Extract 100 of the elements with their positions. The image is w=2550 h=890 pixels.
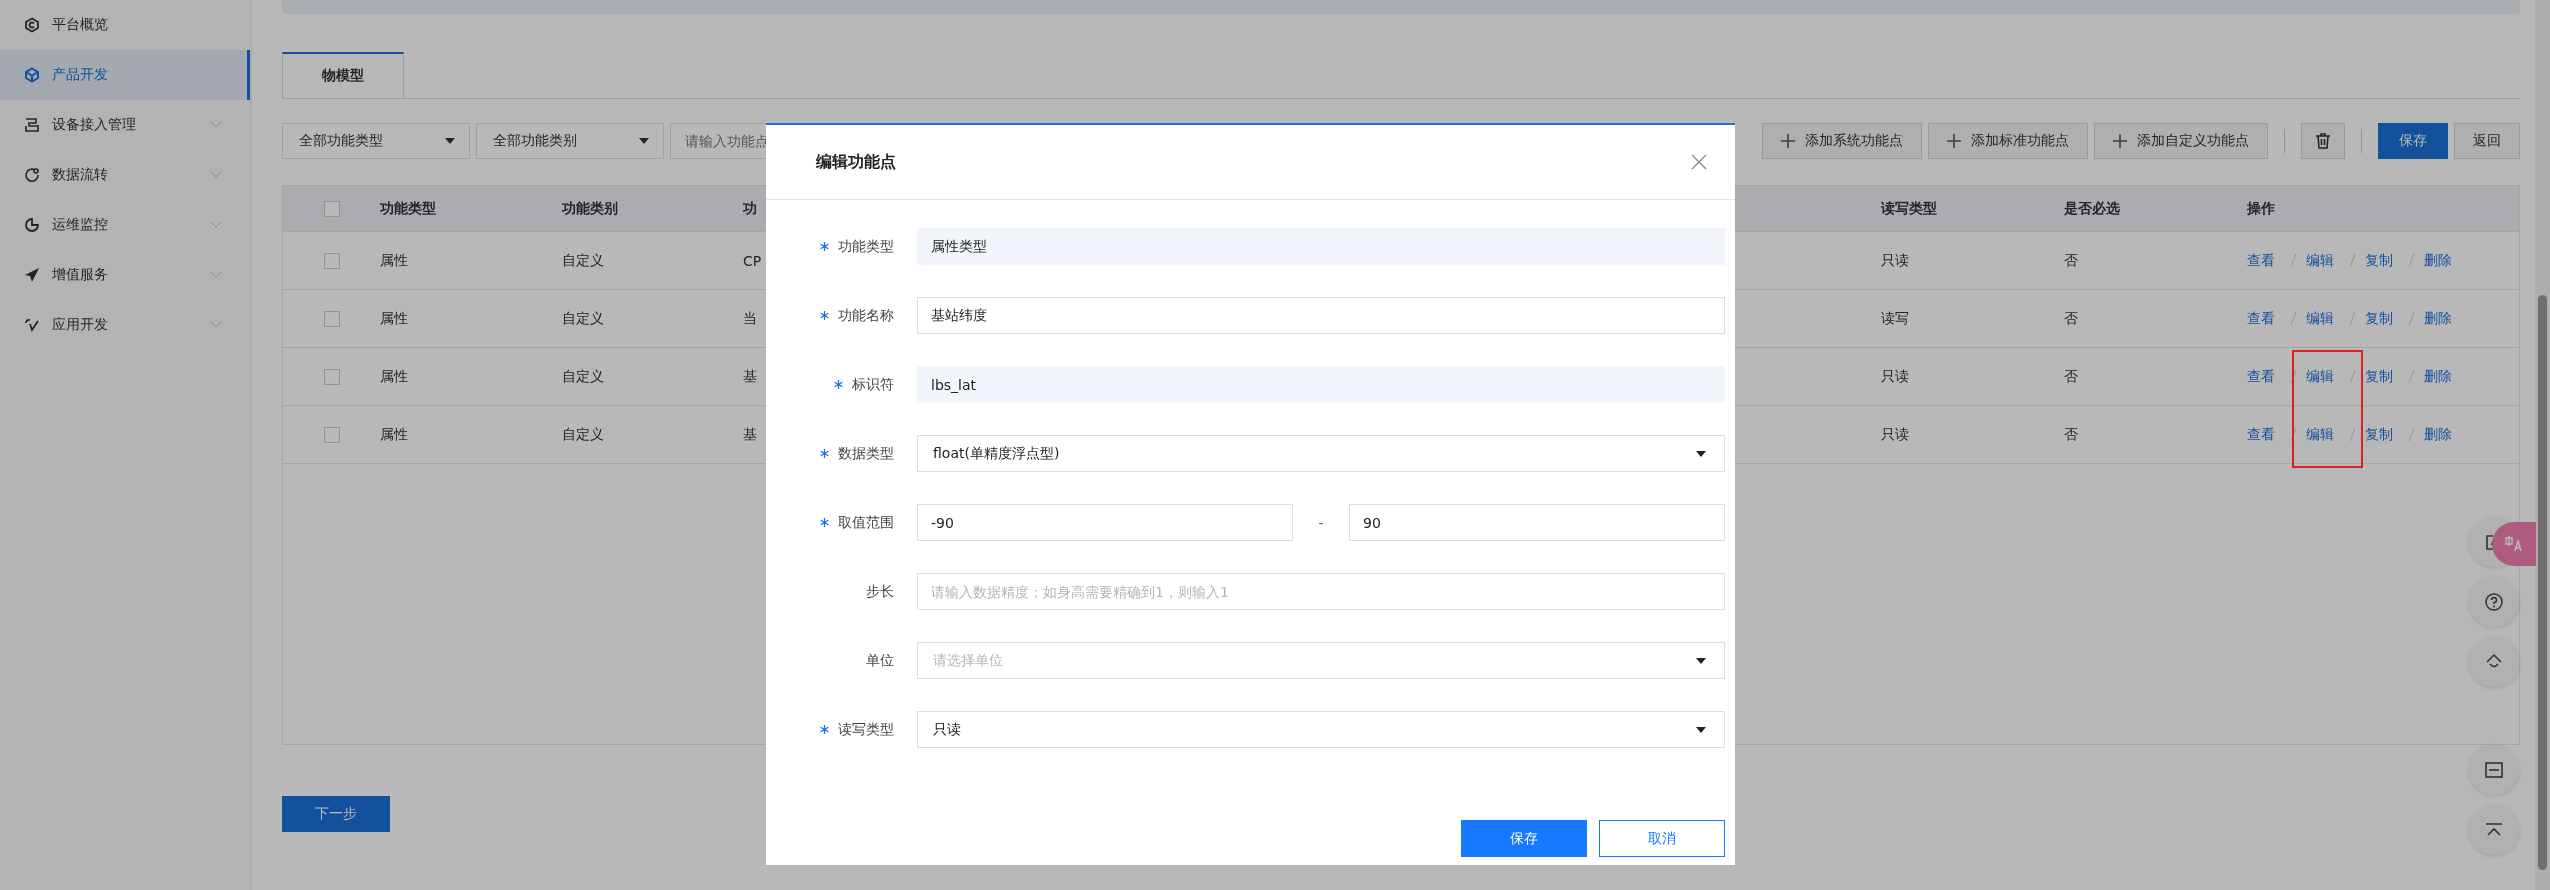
action-link[interactable]: 查看 bbox=[2247, 251, 2281, 270]
delete-button[interactable] bbox=[2301, 123, 2345, 159]
checkbox[interactable] bbox=[323, 426, 340, 443]
input-field[interactable]: 基站纬度 bbox=[917, 297, 1725, 334]
sidebar-item[interactable]: 数据流转 bbox=[0, 150, 250, 200]
chevron-down-icon bbox=[210, 321, 222, 329]
plus-icon bbox=[1947, 134, 1961, 148]
cancel-button[interactable]: 取消 bbox=[1599, 820, 1725, 857]
action-link[interactable]: 删除 bbox=[2424, 309, 2458, 328]
min-input-field[interactable]: -90 bbox=[917, 504, 1293, 541]
column-header: 功能类型 bbox=[380, 198, 437, 218]
readonly-field[interactable]: 属性类型 bbox=[917, 228, 1725, 265]
device-icon bbox=[24, 117, 40, 133]
action-link[interactable]: 复制 bbox=[2365, 367, 2399, 386]
column-header: 是否必选 bbox=[2064, 198, 2121, 218]
collapse-button[interactable] bbox=[2469, 745, 2519, 795]
select-field[interactable]: float(单精度浮点型) bbox=[917, 435, 1725, 472]
action-link[interactable]: 删除 bbox=[2424, 425, 2458, 444]
minus-box-icon bbox=[2485, 762, 2503, 778]
checkbox[interactable] bbox=[323, 368, 340, 385]
table-cell: 否 bbox=[2064, 367, 2078, 386]
caret-icon bbox=[1696, 726, 1706, 733]
plus-icon bbox=[2113, 134, 2127, 148]
action-link[interactable]: 删除 bbox=[2424, 367, 2458, 386]
sidebar-item[interactable]: 运维监控 bbox=[0, 200, 250, 250]
arrow-up-icon bbox=[2485, 823, 2503, 837]
table-cell: 自定义 bbox=[562, 251, 604, 270]
sidebar-item[interactable]: 平台概览 bbox=[0, 0, 250, 50]
field-label: 标识符 bbox=[852, 375, 894, 394]
table-cell: 基 bbox=[743, 425, 757, 444]
column-header: 读写类型 bbox=[1881, 198, 1938, 218]
table-cell: 否 bbox=[2064, 251, 2078, 270]
action-link[interactable]: 编辑 bbox=[2306, 425, 2340, 444]
action-link[interactable]: 查看 bbox=[2247, 367, 2281, 386]
save-button[interactable]: 保存 bbox=[2378, 123, 2448, 159]
action-link[interactable]: 复制 bbox=[2365, 425, 2399, 444]
column-header: 操作 bbox=[2247, 198, 2276, 218]
caret-icon bbox=[445, 138, 455, 144]
next-button[interactable]: 下一步 bbox=[282, 796, 390, 832]
chevron-down-icon bbox=[210, 271, 222, 279]
sidebar-item[interactable]: 设备接入管理 bbox=[0, 100, 250, 150]
action-link[interactable]: 编辑 bbox=[2306, 367, 2340, 386]
table-cell: 只读 bbox=[1881, 251, 1909, 270]
sidebar-item[interactable]: 应用开发 bbox=[0, 300, 250, 350]
checkbox[interactable] bbox=[323, 310, 340, 327]
tab[interactable]: 物模型 bbox=[282, 52, 404, 98]
sidebar-item[interactable]: 增值服务 bbox=[0, 250, 250, 300]
add-button[interactable]: 添加系统功能点 bbox=[1762, 123, 1922, 159]
pie-chart-icon bbox=[24, 217, 40, 233]
table-cell: 只读 bbox=[1881, 425, 1909, 444]
action-link[interactable]: 查看 bbox=[2247, 309, 2281, 328]
table-cell: 属性 bbox=[380, 425, 408, 444]
help-button[interactable] bbox=[2469, 577, 2519, 627]
translate-button[interactable] bbox=[2492, 522, 2536, 566]
table-cell: 属性 bbox=[380, 251, 408, 270]
table-cell: 读写 bbox=[1881, 309, 1909, 328]
field-label: 功能类型 bbox=[838, 237, 894, 256]
field-label: 单位 bbox=[866, 651, 894, 670]
cycle-icon bbox=[24, 167, 40, 183]
close-icon[interactable] bbox=[1691, 154, 1707, 170]
table-cell: 基 bbox=[743, 367, 757, 386]
back-button[interactable]: 返回 bbox=[2454, 123, 2520, 159]
save-button[interactable]: 保存 bbox=[1461, 820, 1587, 857]
add-button[interactable]: 添加自定义功能点 bbox=[2094, 123, 2268, 159]
select-field[interactable]: 全部功能类别 bbox=[476, 123, 664, 159]
translate-icon bbox=[2504, 536, 2524, 552]
table-cell: 当 bbox=[743, 309, 757, 328]
curve-icon bbox=[24, 317, 40, 333]
column-header: 功能类别 bbox=[562, 198, 619, 218]
select-field[interactable]: 全部功能类型 bbox=[282, 123, 470, 159]
chevron-down-icon bbox=[210, 171, 222, 179]
add-button[interactable]: 添加标准功能点 bbox=[1928, 123, 2088, 159]
table-cell: CP bbox=[743, 252, 762, 269]
table-cell: 自定义 bbox=[562, 425, 604, 444]
column-header: 功 bbox=[743, 198, 758, 218]
input-field[interactable]: 请输入数据精度；如身高需要精确到1，则输入1 bbox=[917, 573, 1725, 610]
scrollbar-thumb[interactable] bbox=[2538, 295, 2547, 870]
plus-icon bbox=[1781, 134, 1795, 148]
action-link[interactable]: 复制 bbox=[2365, 251, 2399, 270]
select-field[interactable]: 只读 bbox=[917, 711, 1725, 748]
back-to-top-button[interactable] bbox=[2469, 805, 2519, 855]
action-link[interactable]: 编辑 bbox=[2306, 309, 2340, 328]
service-button[interactable] bbox=[2469, 637, 2519, 687]
readonly-field[interactable]: lbs_lat bbox=[917, 366, 1725, 403]
caret-icon bbox=[639, 138, 649, 144]
checkbox[interactable] bbox=[323, 200, 340, 217]
cube-icon bbox=[24, 67, 40, 83]
table-cell: 属性 bbox=[380, 367, 408, 386]
checkbox[interactable] bbox=[323, 252, 340, 269]
action-link[interactable]: 复制 bbox=[2365, 309, 2399, 328]
max-input-field[interactable]: 90 bbox=[1349, 504, 1725, 541]
table-cell: 只读 bbox=[1881, 367, 1909, 386]
sidebar-item[interactable]: 产品开发 bbox=[0, 50, 250, 100]
hexagon-icon bbox=[24, 17, 40, 33]
action-link[interactable]: 查看 bbox=[2247, 425, 2281, 444]
action-link[interactable]: 编辑 bbox=[2306, 251, 2340, 270]
caret-icon bbox=[1696, 450, 1706, 457]
action-link[interactable]: 删除 bbox=[2424, 251, 2458, 270]
table-cell: 自定义 bbox=[562, 309, 604, 328]
trash-icon bbox=[2315, 133, 2331, 149]
